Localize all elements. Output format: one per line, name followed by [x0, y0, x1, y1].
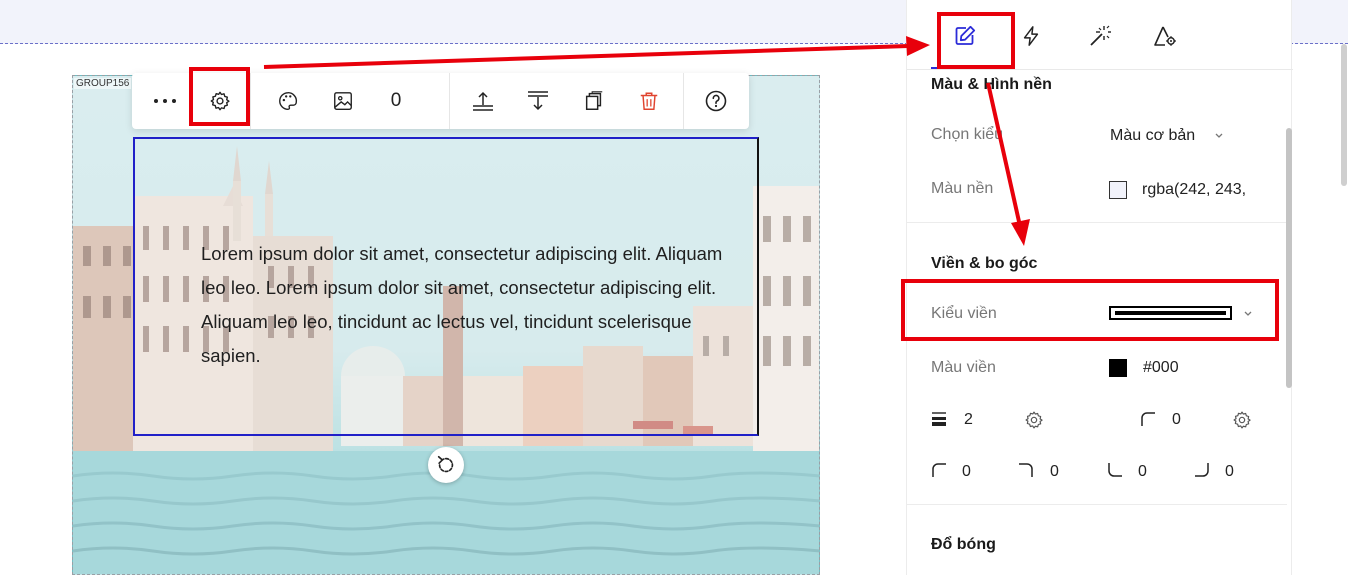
annotation-arrows: [263, 36, 1030, 246]
arrow-head: [1011, 219, 1030, 246]
arrow-line: [986, 82, 1022, 227]
arrow-head: [906, 36, 930, 56]
group-label: GROUP156: [74, 78, 132, 89]
arrow-line: [263, 44, 909, 69]
editor-screen: GROUP156 Lorem ipsum dolor sit amet, con…: [0, 0, 1348, 575]
